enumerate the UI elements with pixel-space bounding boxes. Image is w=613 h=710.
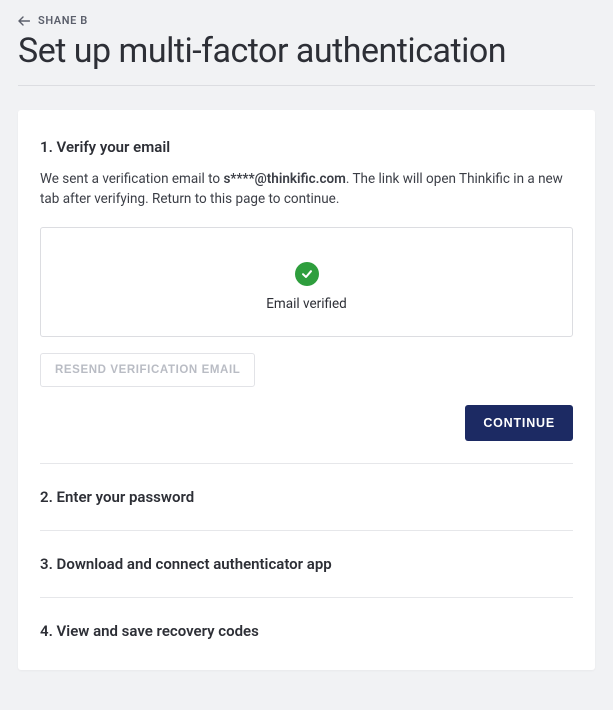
step-2-title: 2. Enter your password (40, 488, 573, 506)
step-3: 3. Download and connect authenticator ap… (40, 530, 573, 597)
continue-button[interactable]: CONTINUE (465, 405, 573, 441)
setup-card: 1. Verify your email We sent a verificat… (18, 110, 595, 670)
breadcrumb-label: SHANE B (38, 14, 88, 27)
step-4-title: 4. View and save recovery codes (40, 622, 573, 640)
step-1-description: We sent a verification email to s****@th… (40, 170, 573, 209)
step-3-title: 3. Download and connect authenticator ap… (40, 555, 573, 573)
desc-prefix: We sent a verification email to (40, 171, 223, 187)
email-verified-label: Email verified (266, 296, 347, 312)
step-4: 4. View and save recovery codes (40, 597, 573, 648)
email-verified-box: Email verified (40, 227, 573, 337)
step-1-title: 1. Verify your email (40, 138, 573, 156)
step-1: 1. Verify your email We sent a verificat… (40, 138, 573, 463)
page-title: Set up multi-factor authentication (18, 31, 595, 86)
continue-row: CONTINUE (40, 405, 573, 463)
masked-email: s****@thinkific.com (223, 171, 345, 187)
arrow-left-icon (18, 16, 30, 26)
breadcrumb-back[interactable]: SHANE B (18, 14, 595, 31)
step-2: 2. Enter your password (40, 463, 573, 530)
mfa-setup-page: SHANE B Set up multi-factor authenticati… (0, 0, 613, 688)
resend-verification-button: RESEND VERIFICATION EMAIL (40, 353, 255, 387)
check-circle-icon (295, 262, 319, 286)
